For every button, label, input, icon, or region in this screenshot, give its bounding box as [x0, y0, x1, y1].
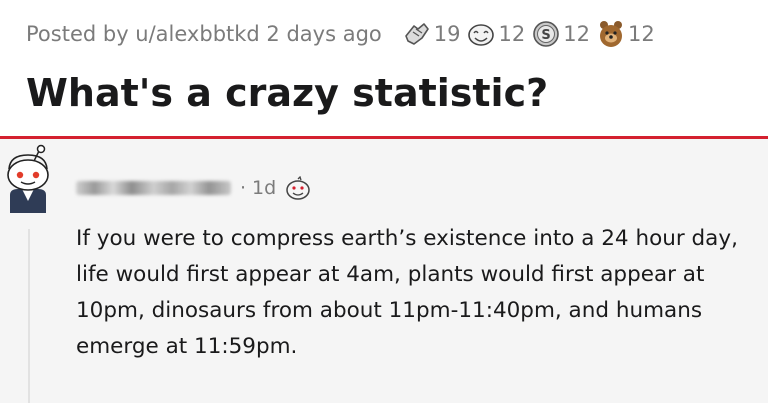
post-awards: 19 12 S 12 12	[396, 19, 655, 49]
comment-age: 1d	[252, 177, 277, 199]
award-item[interactable]: 19	[402, 20, 461, 48]
snoo-avatar-icon	[7, 144, 49, 213]
post-meta: Posted by u/alexbbtkd 2 days ago 19 12 S…	[26, 19, 655, 49]
bear-award-icon	[599, 21, 622, 47]
thread-line[interactable]	[28, 229, 30, 403]
silly-face-award-icon	[468, 24, 495, 46]
award-count: 12	[627, 22, 655, 46]
post-meta-text[interactable]: Posted by u/alexbbtkd 2 days ago	[26, 22, 382, 46]
award-count: 12	[498, 22, 526, 46]
meta-separator: ·	[240, 177, 247, 199]
avatar[interactable]	[0, 143, 58, 217]
silver-award-icon: S	[533, 21, 560, 47]
award-count: 19	[433, 22, 461, 46]
redacted-username	[76, 181, 231, 195]
comment-award[interactable]	[284, 176, 312, 200]
post-header: Posted by u/alexbbtkd 2 days ago 19 12 S…	[0, 0, 768, 138]
post-title[interactable]: What's a crazy statistic?	[26, 71, 548, 116]
comment-meta: · 1d	[76, 176, 312, 200]
award-item[interactable]: 12	[596, 19, 655, 49]
comment-body: If you were to compress earth’s existenc…	[76, 226, 738, 359]
award-item[interactable]: S 12	[531, 20, 590, 48]
award-item[interactable]: 12	[466, 20, 525, 48]
svg-text:S: S	[542, 28, 551, 43]
comment: · 1d If you were to compress earth’s exi…	[0, 139, 768, 403]
wholesome-hands-award-icon	[404, 23, 429, 45]
award-count: 12	[563, 22, 590, 46]
face-award-icon	[286, 176, 310, 200]
